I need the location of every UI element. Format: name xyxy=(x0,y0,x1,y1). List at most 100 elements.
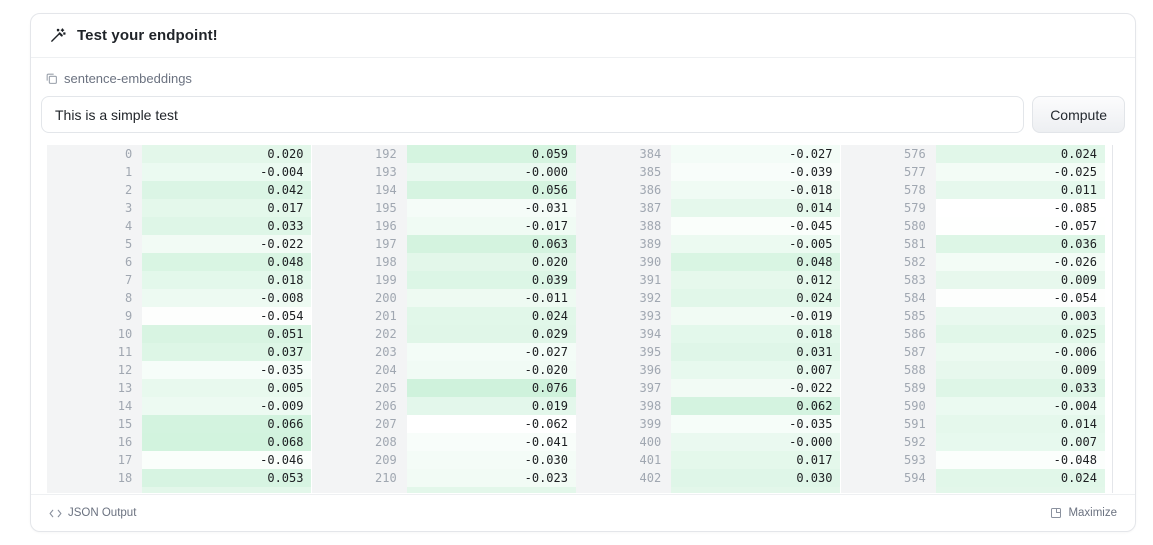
embedding-index-cell: 387 xyxy=(576,199,671,217)
embedding-column-pair: 1921931941951961971981992002012022032042… xyxy=(312,145,577,493)
embedding-value-cell: 0.009 xyxy=(936,361,1105,379)
table-scrollbar[interactable] xyxy=(1105,145,1119,493)
embedding-index-cell: 593 xyxy=(841,451,936,469)
embedding-value-cell: -0.018 xyxy=(671,181,840,199)
embedding-value-cell: -0.035 xyxy=(671,415,840,433)
embedding-index-cell: 398 xyxy=(576,397,671,415)
compute-button[interactable]: Compute xyxy=(1032,96,1125,133)
embedding-index-cell-clipped xyxy=(47,487,142,493)
embedding-value-cell: 0.011 xyxy=(936,181,1105,199)
embedding-value-cell: 0.018 xyxy=(671,325,840,343)
embedding-value-cell: 0.033 xyxy=(936,379,1105,397)
embedding-value-cell: -0.020 xyxy=(407,361,576,379)
embedding-value-cell: 0.029 xyxy=(407,325,576,343)
embedding-index-cell: 9 xyxy=(47,307,142,325)
embedding-index-cell: 200 xyxy=(312,289,407,307)
embedding-index-cell: 13 xyxy=(47,379,142,397)
embedding-value-cell: -0.004 xyxy=(142,163,311,181)
embedding-index-cell: 16 xyxy=(47,433,142,451)
embedding-value-cell: 0.024 xyxy=(936,145,1105,163)
embedding-value-cell: -0.039 xyxy=(671,163,840,181)
embedding-index-cell: 207 xyxy=(312,415,407,433)
embedding-value-cell: 0.017 xyxy=(142,199,311,217)
embedding-index-cell: 199 xyxy=(312,271,407,289)
embedding-column-pair: 5765775785795805815825835845855865875885… xyxy=(841,145,1106,493)
model-name[interactable]: sentence-embeddings xyxy=(64,71,192,86)
embedding-index-cell: 384 xyxy=(576,145,671,163)
embedding-value-cell: 0.009 xyxy=(936,271,1105,289)
embedding-value-cell: -0.045 xyxy=(671,217,840,235)
embedding-index-cell: 581 xyxy=(841,235,936,253)
embedding-index-cell: 193 xyxy=(312,163,407,181)
embedding-index-cell: 3 xyxy=(47,199,142,217)
embedding-index-cell: 393 xyxy=(576,307,671,325)
embedding-value-cell: 0.076 xyxy=(407,379,576,397)
embedding-value-cell-clipped xyxy=(407,487,576,493)
embedding-value-cell: 0.012 xyxy=(671,271,840,289)
index-column: 3843853863873883893903913923933943953963… xyxy=(576,145,671,493)
embedding-index-cell: 389 xyxy=(576,235,671,253)
embedding-value-cell: -0.031 xyxy=(407,199,576,217)
embedding-value-cell: 0.042 xyxy=(142,181,311,199)
model-name-row: sentence-embeddings xyxy=(45,71,1119,86)
embedding-value-cell: -0.022 xyxy=(142,235,311,253)
embedding-value-cell: 0.033 xyxy=(142,217,311,235)
value-column: 0.024-0.0250.011-0.085-0.0570.036-0.0260… xyxy=(936,145,1105,493)
index-column: 5765775785795805815825835845855865875885… xyxy=(841,145,936,493)
maximize-icon xyxy=(1050,507,1062,519)
embeddings-table: 01234567891011121314151617180.020-0.0040… xyxy=(47,145,1119,493)
maximize-label: Maximize xyxy=(1068,507,1117,519)
embedding-index-cell: 402 xyxy=(576,469,671,487)
embedding-value-cell: 0.007 xyxy=(671,361,840,379)
embedding-value-cell: 0.051 xyxy=(142,325,311,343)
embedding-value-cell: 0.003 xyxy=(936,307,1105,325)
embedding-value-cell: -0.017 xyxy=(407,217,576,235)
embedding-value-cell: -0.005 xyxy=(671,235,840,253)
embedding-value-cell: 0.039 xyxy=(407,271,576,289)
embedding-value-cell: 0.024 xyxy=(671,289,840,307)
value-column: 0.059-0.0000.056-0.031-0.0170.0630.0200.… xyxy=(407,145,576,493)
embedding-index-cell-clipped xyxy=(841,487,936,493)
embedding-index-cell: 397 xyxy=(576,379,671,397)
embedding-index-cell: 192 xyxy=(312,145,407,163)
embedding-value-cell: -0.019 xyxy=(671,307,840,325)
embedding-value-cell: -0.041 xyxy=(407,433,576,451)
wand-icon xyxy=(49,27,66,44)
widget-header: Test your endpoint! xyxy=(31,14,1135,58)
embedding-value-cell-clipped xyxy=(936,487,1105,493)
embedding-value-cell: -0.025 xyxy=(936,163,1105,181)
embedding-value-cell: 0.005 xyxy=(142,379,311,397)
json-output-toggle[interactable]: JSON Output xyxy=(49,507,136,519)
embedding-index-cell: 577 xyxy=(841,163,936,181)
embedding-index-cell: 579 xyxy=(841,199,936,217)
embedding-value-cell: 0.063 xyxy=(407,235,576,253)
endpoint-test-input[interactable] xyxy=(41,96,1024,133)
embedding-index-cell: 589 xyxy=(841,379,936,397)
embedding-index-cell: 578 xyxy=(841,181,936,199)
embedding-index-cell: 17 xyxy=(47,451,142,469)
embedding-index-cell: 576 xyxy=(841,145,936,163)
embedding-value-cell: -0.048 xyxy=(936,451,1105,469)
embedding-index-cell: 386 xyxy=(576,181,671,199)
embedding-value-cell: -0.054 xyxy=(936,289,1105,307)
embedding-value-cell: 0.059 xyxy=(407,145,576,163)
index-column: 0123456789101112131415161718 xyxy=(47,145,142,493)
embedding-index-cell: 392 xyxy=(576,289,671,307)
embedding-index-cell: 588 xyxy=(841,361,936,379)
embedding-value-cell: 0.019 xyxy=(407,397,576,415)
embedding-value-cell: -0.027 xyxy=(407,343,576,361)
embedding-value-cell: 0.025 xyxy=(936,325,1105,343)
embedding-index-cell: 2 xyxy=(47,181,142,199)
value-column: -0.027-0.039-0.0180.014-0.045-0.0050.048… xyxy=(671,145,840,493)
embedding-value-cell: 0.066 xyxy=(142,415,311,433)
embedding-index-cell: 395 xyxy=(576,343,671,361)
embedding-value-cell-clipped xyxy=(142,487,311,493)
embedding-value-cell: -0.085 xyxy=(936,199,1105,217)
embedding-value-cell: 0.037 xyxy=(142,343,311,361)
maximize-button[interactable]: Maximize xyxy=(1050,507,1117,519)
embedding-index-cell: 208 xyxy=(312,433,407,451)
embedding-index-cell: 388 xyxy=(576,217,671,235)
embedding-index-cell: 203 xyxy=(312,343,407,361)
embedding-value-cell: 0.048 xyxy=(671,253,840,271)
embedding-index-cell: 198 xyxy=(312,253,407,271)
